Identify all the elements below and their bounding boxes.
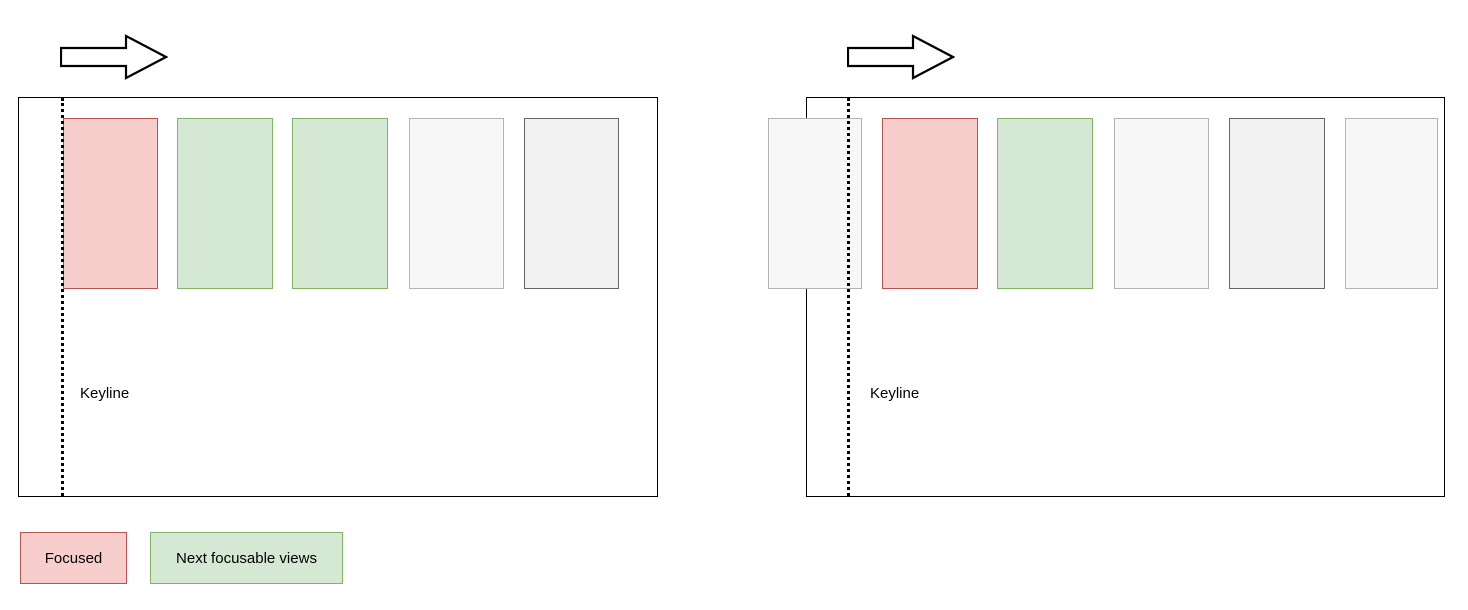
- keyline-after: [847, 98, 850, 496]
- legend-label-focused: Focused: [44, 549, 103, 567]
- card-next-focusable-2-before[interactable]: [292, 118, 388, 289]
- card-neutral-1-before[interactable]: [409, 118, 504, 289]
- card-neutral-2-after[interactable]: [1229, 118, 1325, 289]
- card-neutral-2-before[interactable]: [524, 118, 619, 289]
- legend-item-next-focusable: Next focusable views: [150, 532, 343, 584]
- keyline-label-before: Keyline: [80, 385, 130, 402]
- keyline-label-after: Keyline: [870, 385, 920, 402]
- card-focused-before[interactable]: [63, 118, 158, 289]
- card-next-focusable-1-before[interactable]: [177, 118, 273, 289]
- card-focused-after[interactable]: [882, 118, 978, 289]
- card-neutral-3-after[interactable]: [1345, 118, 1438, 289]
- scroll-direction-arrow-left: [60, 34, 168, 80]
- card-next-focusable-1-after[interactable]: [997, 118, 1093, 289]
- legend-item-focused: Focused: [20, 532, 127, 584]
- scroll-direction-arrow-right: [847, 34, 955, 80]
- keyline-before: [61, 98, 64, 496]
- diagram-canvas: Keyline Keyline Focused Next focusable v…: [0, 0, 1468, 610]
- legend-label-next-focusable: Next focusable views: [176, 549, 317, 567]
- card-neutral-1-after[interactable]: [1114, 118, 1209, 289]
